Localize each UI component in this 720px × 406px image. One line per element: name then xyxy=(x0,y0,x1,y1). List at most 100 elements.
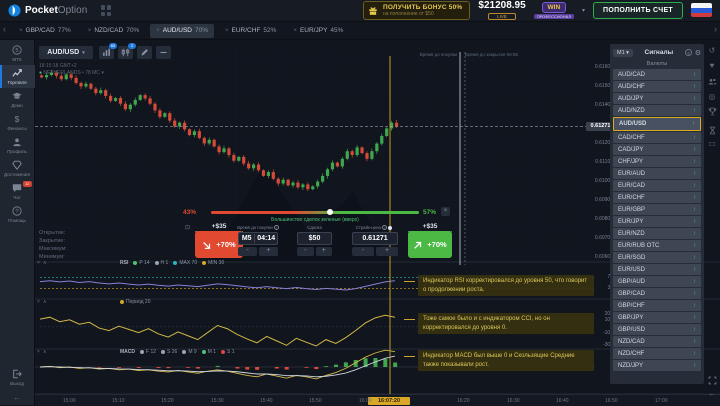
signal-row-nzd-cad[interactable]: NZD/CAD↑ xyxy=(613,336,701,347)
close-icon[interactable]: × xyxy=(441,207,450,216)
sell-button[interactable]: +70% xyxy=(195,231,243,258)
signal-row-gbp-jpy[interactable]: GBP/JPY↑ xyxy=(613,312,701,323)
expiration-field[interactable]: M5 04:14 xyxy=(238,232,278,245)
buy-button[interactable]: +70% xyxy=(408,231,452,258)
profile-level-badge[interactable]: WIN ПРОФЕССИОНАЛ xyxy=(534,2,574,20)
tab-close-icon[interactable]: × xyxy=(88,28,92,34)
target-icon[interactable]: ◎ xyxy=(704,92,720,101)
remove-drawings-button[interactable] xyxy=(156,46,171,59)
sidebar-item-logout[interactable]: Выход xyxy=(0,366,35,389)
sidebar-item-dollar[interactable]: $Финансы xyxy=(0,111,35,134)
sidebar-item-chart[interactable]: Торговля xyxy=(0,65,35,88)
tab-close-icon[interactable]: × xyxy=(225,28,229,34)
bonus-button[interactable]: ПОЛУЧИТЬ БОНУС 50% на пополнение от $50 xyxy=(363,1,470,21)
info-icon[interactable]: i xyxy=(382,225,387,230)
signal-row-eur-gbp[interactable]: EUR/GBP↑ xyxy=(613,204,701,215)
signal-row-aud-nzd[interactable]: AUD/NZD↑ xyxy=(613,105,701,116)
pocket-option-logo[interactable]: PocketOption xyxy=(8,4,87,17)
strike-field[interactable]: 0.61271 xyxy=(352,232,398,245)
sidebar-item-question[interactable]: ?Помощь xyxy=(0,203,35,226)
amount-field[interactable]: $50 xyxy=(297,232,332,245)
chevron-down-icon[interactable]: ▾ xyxy=(582,7,585,14)
signal-row-eur-cad[interactable]: EUR/CAD↑ xyxy=(613,180,701,191)
macd-legend[interactable]: MACDF 12S 26M 9M 1S 1 xyxy=(120,349,235,355)
signal-row-nzd-jpy[interactable]: NZD/JPY↑ xyxy=(613,360,701,371)
card-icon[interactable]: ▭ xyxy=(704,139,720,148)
collapse-icon[interactable]: ∧ xyxy=(43,299,47,305)
signal-row-aud-jpy[interactable]: AUD/JPY↑ xyxy=(613,93,701,104)
sidebar-item-diamond[interactable]: Достижения xyxy=(0,157,35,180)
collapse-icon[interactable]: ∧ xyxy=(43,260,47,266)
trophy-icon[interactable] xyxy=(704,107,720,118)
pair-tab-eur-chf[interactable]: ×EUR/CHF52% xyxy=(219,24,282,38)
time-axis[interactable]: 16:07:20 15:0015:1015:2015:3015:4015:501… xyxy=(35,394,720,406)
signal-row-eur-nzd[interactable]: EUR/NZD↑ xyxy=(613,228,701,239)
tabs-next-icon[interactable]: › xyxy=(714,24,717,34)
strike-value[interactable]: 0.61271 xyxy=(362,235,387,242)
pair-tab-eur-jpy[interactable]: ×EUR/JPY45% xyxy=(287,24,349,38)
history-icon[interactable]: ↺ xyxy=(704,46,720,55)
rsi-legend[interactable]: RSIP 14H 1MAX 70MIN 30 xyxy=(120,260,224,266)
signal-row-gbp-aud[interactable]: GBP/AUD↑ xyxy=(613,276,701,287)
apps-grid-icon[interactable] xyxy=(101,5,112,16)
pair-tab-gbp-cad[interactable]: ×GBP/CAD77% xyxy=(13,24,77,38)
signal-row-aud-cad[interactable]: AUD/CAD↑ xyxy=(613,69,701,80)
tabs-prev-icon[interactable]: ‹ xyxy=(3,24,6,34)
cci-legend[interactable]: Период 20 xyxy=(120,299,151,305)
heart-icon[interactable]: ♥ xyxy=(704,61,720,70)
signal-row-cad-chf[interactable]: CAD/CHF↑ xyxy=(613,132,701,143)
signal-row-eur-jpy[interactable]: EUR/JPY↑ xyxy=(613,216,701,227)
expiration-value[interactable]: 04:14 xyxy=(255,235,277,242)
timeframe-value[interactable]: M5 xyxy=(239,235,254,242)
signal-row-eur-sgd[interactable]: EUR/SGD↑ xyxy=(613,252,701,263)
tab-close-icon[interactable]: × xyxy=(293,28,297,34)
help-icon[interactable]: ? xyxy=(685,49,692,56)
minus-button[interactable]: - xyxy=(352,247,374,256)
gear-icon[interactable]: ⚙ xyxy=(695,49,701,57)
signal-row-gbp-chf[interactable]: GBP/CHF↑ xyxy=(613,300,701,311)
sidebar-collapse-icon[interactable]: ← xyxy=(13,393,21,402)
signal-row-nzd-chf[interactable]: NZD/CHF↑ xyxy=(613,348,701,359)
language-flag-ru[interactable] xyxy=(691,3,712,17)
signal-row-aud-chf[interactable]: AUD/CHF↑ xyxy=(613,81,701,92)
server-label[interactable]: ● NETHERLANDS • 78 МС ▾ xyxy=(39,70,104,77)
panel-settings-icon[interactable]: ⊡ xyxy=(185,224,190,231)
sidebar-item-user[interactable]: Профиль xyxy=(0,134,35,157)
fullscreen-icon[interactable] xyxy=(704,376,720,387)
close-icon[interactable]: × xyxy=(37,299,40,305)
sidebar-item-cap[interactable]: Демо xyxy=(0,88,35,111)
info-icon[interactable]: i xyxy=(274,225,279,230)
signal-row-chf-jpy[interactable]: CHF/JPY↑ xyxy=(613,156,701,167)
users-icon[interactable] xyxy=(704,77,720,88)
account-balance[interactable]: $21208.95 LIVE xyxy=(478,1,525,21)
drawing-button[interactable] xyxy=(137,46,152,59)
back-arrow-icon[interactable]: ← xyxy=(704,389,720,398)
templates-button[interactable]: 3 xyxy=(118,46,133,59)
pair-tab-aud-usd[interactable]: ×AUD/USD70% xyxy=(150,24,214,38)
deposit-button[interactable]: ПОПОЛНИТЬ СЧЕТ xyxy=(593,2,683,19)
minus-button[interactable]: - xyxy=(238,247,257,256)
pair-tab-nzd-cad[interactable]: ×NZD/CAD70% xyxy=(82,24,145,38)
indicators-button[interactable]: 60 xyxy=(99,46,114,59)
signal-row-eur-usd[interactable]: EUR/USD↑ xyxy=(613,264,701,275)
signals-timeframe-select[interactable]: M1 ▾ xyxy=(613,49,633,57)
strike-toggle[interactable] xyxy=(388,226,392,230)
plus-button[interactable]: + xyxy=(376,247,398,256)
collapse-icon[interactable]: ∧ xyxy=(43,349,47,355)
signal-row-gbp-usd[interactable]: GBP/USD↑ xyxy=(613,324,701,335)
plus-button[interactable]: + xyxy=(259,247,278,256)
close-icon[interactable]: × xyxy=(37,349,40,355)
signal-row-eur-chf[interactable]: EUR/CHF↑ xyxy=(613,192,701,203)
tab-close-icon[interactable]: × xyxy=(19,28,23,34)
signal-row-cad-jpy[interactable]: CAD/JPY↑ xyxy=(613,144,701,155)
amount-value[interactable]: $50 xyxy=(309,235,321,242)
signal-row-eur-aud[interactable]: EUR/AUD↑ xyxy=(613,168,701,179)
close-icon[interactable]: × xyxy=(37,260,40,266)
tab-close-icon[interactable]: × xyxy=(156,28,160,34)
sidebar-item-chat[interactable]: Чат12 xyxy=(0,180,35,203)
plus-button[interactable]: + xyxy=(316,247,333,256)
signal-row-gbp-cad[interactable]: GBP/CAD↑ xyxy=(613,288,701,299)
symbol-selector[interactable]: AUD/USD ▾ xyxy=(39,46,93,59)
minus-button[interactable]: - xyxy=(297,247,314,256)
sidebar-item-mt5[interactable]: 5МТ5 xyxy=(0,42,35,65)
